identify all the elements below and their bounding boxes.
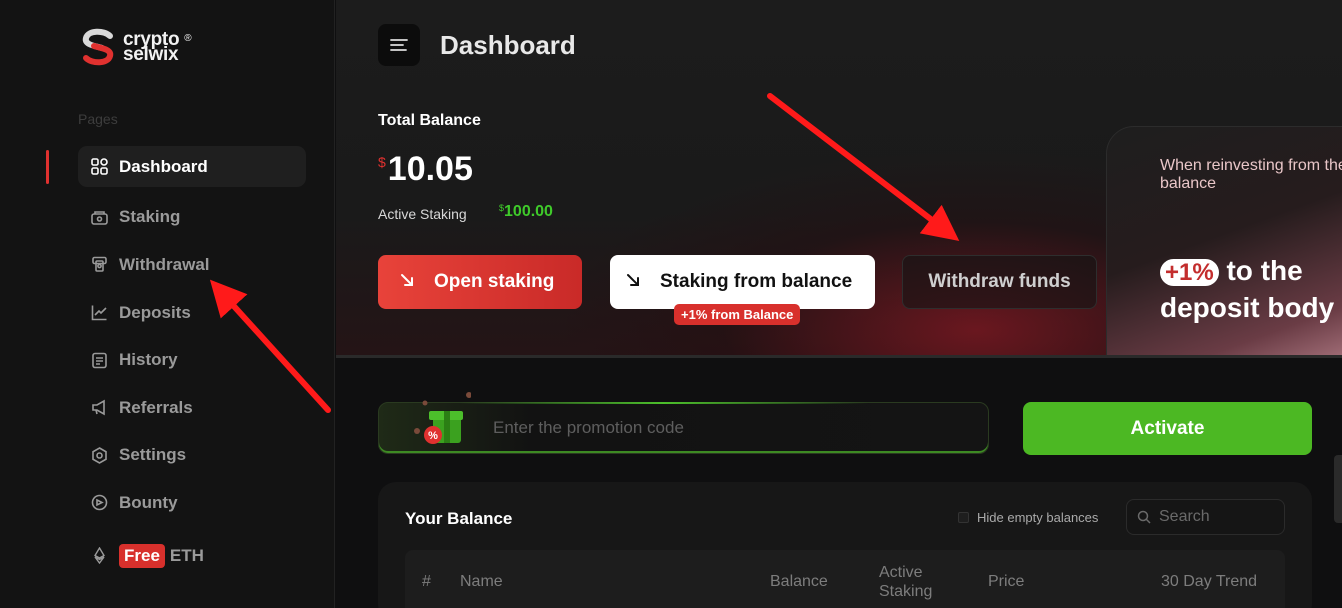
search-icon [1137,510,1151,524]
hide-empty-checkbox[interactable] [958,512,969,523]
sidebar-item-deposits[interactable]: Deposits [78,289,306,337]
reinvest-promo-caption: When reinvesting from the balance [1160,157,1342,192]
side-drawer-tab[interactable] [1334,455,1342,523]
column-index: # [422,573,431,590]
search-input[interactable] [1159,508,1269,526]
total-balance-label: Total Balance [378,112,481,129]
staking-bonus-badge: +1% from Balance [674,304,801,325]
withdraw-funds-button[interactable]: Withdraw funds [902,255,1097,309]
column-name[interactable]: Name [460,572,503,591]
sidebar: crypto selwix ® Pages Dashboard Staking [0,0,335,608]
arrow-down-right-icon [626,271,640,293]
registered-mark: ® [184,33,192,44]
open-staking-button[interactable]: Open staking [378,255,582,309]
currency-symbol: $ [378,154,386,170]
reinvest-headline-part1: to the [1226,255,1303,286]
column-active-staking[interactable]: Active Staking [879,563,949,601]
hide-empty-toggle[interactable]: Hide empty balances [958,510,1098,525]
megaphone-icon [90,399,108,417]
brand-name: crypto selwix ® [123,30,192,65]
reinvest-bonus-badge: +1% [1160,259,1219,286]
sidebar-item-label: History [119,350,178,370]
column-balance[interactable]: Balance [770,572,828,591]
sidebar-item-dashboard[interactable]: Dashboard [78,146,306,187]
arrow-down-right-icon [400,271,414,293]
sidebar-item-history[interactable]: History [78,336,306,384]
sidebar-item-bounty[interactable]: Bounty [78,479,306,527]
sidebar-item-staking[interactable]: Staking [78,194,306,242]
sidebar-item-settings[interactable]: Settings [78,432,306,480]
svg-text:%: % [428,430,438,442]
total-balance-amount: 10.05 [387,150,473,188]
balance-table-header: # Name Balance Active Staking Price 30 D… [405,550,1285,608]
promo-code-field: % [378,392,989,454]
hide-empty-label: Hide empty balances [977,510,1099,525]
free-badge: Free [119,543,165,568]
gear-icon [90,446,108,464]
sidebar-nav: Dashboard Staking Withdrawal Deposits Hi… [78,146,306,579]
reinvest-promo-card: When reinvesting from the balance +1% to… [1106,126,1342,355]
balance-hero: Dashboard Total Balance $10.05 Active St… [336,0,1342,358]
sidebar-item-withdrawal[interactable]: Withdrawal [78,241,306,289]
main-content: Dashboard Total Balance $10.05 Active St… [336,0,1342,608]
active-staking-amount: 100.00 [504,203,553,220]
sidebar-item-label: Dashboard [119,156,208,176]
reinvest-headline-part2: deposit body [1160,292,1335,323]
page-title: Dashboard [440,30,576,60]
logo-mark-icon [80,28,116,66]
sidebar-item-label: ETH [169,545,204,565]
sidebar-item-label: Withdrawal [119,254,210,274]
brand-logo[interactable]: crypto selwix ® [80,28,192,66]
active-staking-value: $100.00 [499,203,553,221]
balance-search[interactable] [1126,499,1285,535]
total-balance-value: $10.05 [378,150,473,189]
your-balance-card: Your Balance Hide empty balances # Name … [378,482,1312,608]
hamburger-icon [390,39,408,51]
menu-toggle-button[interactable] [378,24,420,66]
gift-box-icon: % [399,391,472,455]
ethereum-icon [90,547,108,565]
your-balance-title: Your Balance [405,509,513,528]
sidebar-item-label: Bounty [119,492,178,512]
column-30-day-trend: 30 Day Trend [1161,573,1258,590]
history-icon [90,351,108,369]
open-staking-label: Open staking [434,271,555,292]
column-price[interactable]: Price [988,572,1024,591]
staking-icon [90,208,108,226]
sidebar-item-label: Deposits [119,302,191,322]
staking-from-balance-label: Staking from balance [660,271,853,292]
active-staking-label: Active Staking [378,206,467,222]
bounty-icon [90,494,108,512]
sidebar-item-label: Settings [119,445,187,465]
sidebar-item-free-eth[interactable]: Free ETH [78,532,306,580]
sidebar-item-label: Referrals [119,397,193,417]
app-root: crypto selwix ® Pages Dashboard Staking [0,0,1342,608]
withdrawal-icon [90,256,108,274]
dashboard-icon [90,158,108,176]
reinvest-promo-headline: +1% to the deposit body [1160,253,1342,325]
activate-button[interactable]: Activate [1023,402,1312,455]
sidebar-item-referrals[interactable]: Referrals [78,384,306,432]
chart-icon [90,304,108,322]
pages-section-label: Pages [78,111,118,127]
staking-from-balance-button[interactable]: Staking from balance [610,255,875,309]
promo-code-input[interactable] [493,418,893,438]
brand-line-2: selwix [123,44,179,65]
active-indicator [46,150,49,184]
sidebar-item-label: Staking [119,207,181,227]
